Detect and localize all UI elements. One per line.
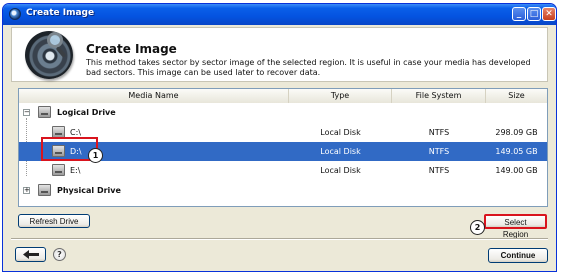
tree-group-logical-drive[interactable]: − Logical Drive [19, 103, 547, 122]
media-file-system: NTFS [428, 147, 450, 156]
maximize-button[interactable]: □ [527, 7, 541, 21]
column-header-size[interactable]: Size [486, 89, 547, 103]
create-image-window: Create Image _ □ ✕ Create Image This met… [2, 3, 557, 272]
callout-number-2: 2 [470, 220, 485, 235]
window-title: Create Image [26, 8, 95, 18]
media-name: E:\ [70, 166, 81, 175]
collapse-icon[interactable]: − [23, 109, 30, 116]
magnifier-icon [47, 32, 63, 48]
drive-icon [38, 184, 51, 196]
tree-group-physical-drive[interactable]: + Physical Drive [19, 181, 547, 200]
column-header-media-name[interactable]: Media Name [19, 89, 289, 103]
group-label: Logical Drive [57, 108, 116, 117]
callout-number-1: 1 [88, 148, 103, 163]
help-icon[interactable]: ? [53, 248, 66, 261]
continue-button[interactable]: Continue [488, 248, 548, 263]
drive-icon [52, 164, 65, 176]
media-size: 149.05 GB [495, 147, 538, 156]
media-type: Local Disk [320, 147, 361, 156]
page-description: This method takes sector by sector image… [86, 58, 531, 77]
group-label: Physical Drive [57, 186, 121, 195]
close-button[interactable]: ✕ [542, 7, 556, 21]
expand-icon[interactable]: + [23, 187, 30, 194]
left-arrow-icon [22, 250, 39, 260]
media-file-system: NTFS [428, 128, 450, 137]
select-region-button[interactable]: Select Region [484, 214, 547, 239]
column-header-type[interactable]: Type [289, 89, 392, 103]
media-type: Local Disk [320, 128, 361, 137]
media-size: 298.09 GB [495, 128, 538, 137]
media-size: 149.00 GB [495, 166, 538, 175]
table-header: Media Name Type File System Size [19, 89, 547, 104]
drive-icon [38, 106, 51, 118]
minimize-button[interactable]: _ [512, 7, 526, 21]
media-file-system: NTFS [428, 166, 450, 175]
table-row-e[interactable]: E:\ Local Disk NTFS 149.00 GB [19, 161, 547, 180]
page-title: Create Image [86, 42, 177, 56]
title-bar[interactable]: Create Image _ □ ✕ [3, 4, 556, 25]
column-header-file-system[interactable]: File System [392, 89, 486, 103]
table-row-c[interactable]: C:\ Local Disk NTFS 298.09 GB [19, 123, 547, 142]
media-type: Local Disk [320, 166, 361, 175]
back-button[interactable] [15, 247, 46, 262]
refresh-drive-button[interactable]: Refresh Drive [18, 214, 90, 228]
app-disc-icon [9, 8, 21, 20]
footer-divider [11, 238, 548, 240]
header-panel: Create Image This method takes sector by… [11, 27, 548, 82]
